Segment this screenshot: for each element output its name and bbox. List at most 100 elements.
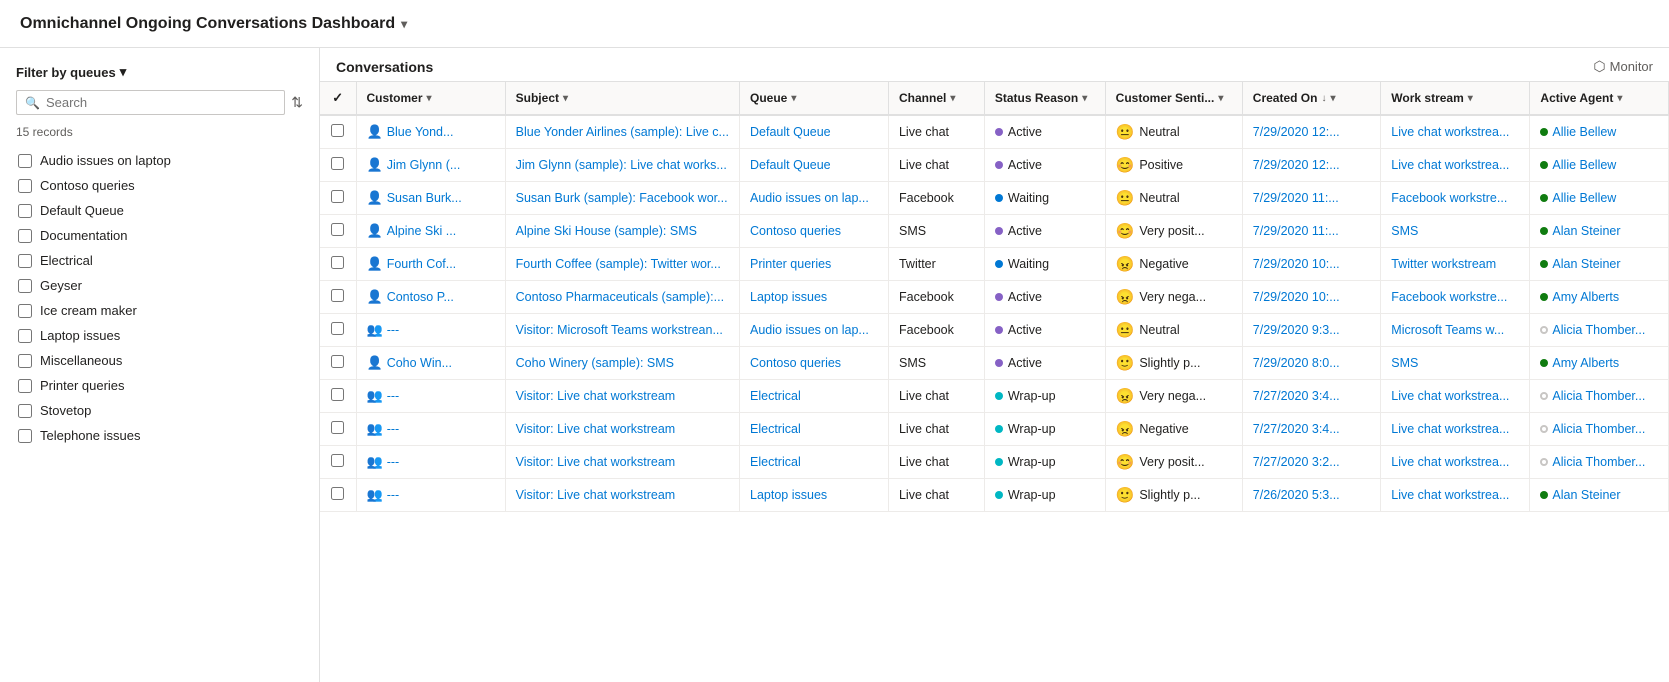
subject-link[interactable]: Contoso Pharmaceuticals (sample):...: [516, 290, 724, 304]
created-on-link[interactable]: 7/29/2020 12:...: [1253, 125, 1340, 139]
created-on-link[interactable]: 7/27/2020 3:4...: [1253, 389, 1340, 403]
queue-item[interactable]: Default Queue: [16, 199, 303, 222]
queue-item[interactable]: Documentation: [16, 224, 303, 247]
subject-link[interactable]: Visitor: Live chat workstream: [516, 455, 676, 469]
subject-link[interactable]: Visitor: Live chat workstream: [516, 488, 676, 502]
row-checkbox[interactable]: [331, 124, 344, 137]
col-queue[interactable]: Queue ▾: [740, 82, 889, 115]
subject-link[interactable]: Visitor: Live chat workstream: [516, 389, 676, 403]
subject-link[interactable]: Visitor: Live chat workstream: [516, 422, 676, 436]
queue-link[interactable]: Contoso queries: [750, 224, 841, 238]
queue-link[interactable]: Electrical: [750, 455, 801, 469]
queue-item[interactable]: Stovetop: [16, 399, 303, 422]
agent-link[interactable]: Alan Steiner: [1552, 224, 1620, 238]
created-on-link[interactable]: 7/29/2020 12:...: [1253, 158, 1340, 172]
customer-name[interactable]: Contoso P...: [387, 290, 454, 304]
workstream-link[interactable]: Live chat workstrea...: [1391, 488, 1509, 502]
customer-name[interactable]: ---: [387, 389, 400, 403]
queue-checkbox[interactable]: [18, 404, 32, 418]
app-title[interactable]: Omnichannel Ongoing Conversations Dashbo…: [20, 15, 407, 33]
queue-item[interactable]: Contoso queries: [16, 174, 303, 197]
row-checkbox-cell[interactable]: [320, 314, 356, 347]
customer-link[interactable]: 👤 Fourth Cof...: [367, 256, 495, 272]
customer-link[interactable]: 👤 Alpine Ski ...: [367, 223, 495, 239]
customer-link[interactable]: 👤 Jim Glynn (...: [367, 157, 495, 173]
table-row[interactable]: 👤 Fourth Cof... Fourth Coffee (sample): …: [320, 248, 1669, 281]
row-checkbox[interactable]: [331, 421, 344, 434]
col-subject[interactable]: Subject ▾: [505, 82, 739, 115]
queue-link[interactable]: Laptop issues: [750, 290, 827, 304]
queue-link[interactable]: Audio issues on lap...: [750, 323, 869, 337]
row-checkbox-cell[interactable]: [320, 347, 356, 380]
customer-name[interactable]: Jim Glynn (...: [387, 158, 461, 172]
queue-checkbox[interactable]: [18, 379, 32, 393]
col-created-on[interactable]: Created On ↓ ▾: [1242, 82, 1381, 115]
queue-link[interactable]: Default Queue: [750, 158, 831, 172]
table-row[interactable]: 👤 Blue Yond... Blue Yonder Airlines (sam…: [320, 115, 1669, 149]
row-checkbox-cell[interactable]: [320, 413, 356, 446]
col-active-agent[interactable]: Active Agent ▾: [1530, 82, 1669, 115]
workstream-link[interactable]: Live chat workstrea...: [1391, 158, 1509, 172]
workstream-link[interactable]: Live chat workstrea...: [1391, 125, 1509, 139]
table-row[interactable]: 👥 --- Visitor: Live chat workstream Elec…: [320, 446, 1669, 479]
queue-link[interactable]: Audio issues on lap...: [750, 191, 869, 205]
queue-checkbox[interactable]: [18, 279, 32, 293]
subject-link[interactable]: Alpine Ski House (sample): SMS: [516, 224, 697, 238]
col-channel[interactable]: Channel ▾: [888, 82, 984, 115]
customer-link[interactable]: 👤 Susan Burk...: [367, 190, 495, 206]
queue-link[interactable]: Electrical: [750, 422, 801, 436]
row-checkbox-cell[interactable]: [320, 182, 356, 215]
workstream-link[interactable]: Microsoft Teams w...: [1391, 323, 1504, 337]
created-on-link[interactable]: 7/26/2020 5:3...: [1253, 488, 1340, 502]
queue-item[interactable]: Printer queries: [16, 374, 303, 397]
agent-link[interactable]: Alan Steiner: [1552, 488, 1620, 502]
table-row[interactable]: 👥 --- Visitor: Microsoft Teams workstrea…: [320, 314, 1669, 347]
table-row[interactable]: 👤 Contoso P... Contoso Pharmaceuticals (…: [320, 281, 1669, 314]
table-row[interactable]: 👤 Susan Burk... Susan Burk (sample): Fac…: [320, 182, 1669, 215]
agent-link[interactable]: Alan Steiner: [1552, 257, 1620, 271]
customer-link[interactable]: 👥 ---: [367, 454, 495, 470]
table-row[interactable]: 👥 --- Visitor: Live chat workstream Elec…: [320, 413, 1669, 446]
queue-link[interactable]: Electrical: [750, 389, 801, 403]
agent-link[interactable]: Alicia Thomber...: [1552, 389, 1645, 403]
col-customer[interactable]: Customer ▾: [356, 82, 505, 115]
row-checkbox-cell[interactable]: [320, 149, 356, 182]
row-checkbox[interactable]: [331, 454, 344, 467]
col-checkbox[interactable]: ✓: [320, 82, 356, 115]
customer-link[interactable]: 👥 ---: [367, 421, 495, 437]
table-row[interactable]: 👥 --- Visitor: Live chat workstream Lapt…: [320, 479, 1669, 512]
table-row[interactable]: 👤 Alpine Ski ... Alpine Ski House (sampl…: [320, 215, 1669, 248]
col-work-stream[interactable]: Work stream ▾: [1381, 82, 1530, 115]
customer-link[interactable]: 👥 ---: [367, 322, 495, 338]
monitor-button[interactable]: ⬡ Monitor: [1593, 58, 1653, 75]
customer-name[interactable]: Susan Burk...: [387, 191, 462, 205]
queue-checkbox[interactable]: [18, 354, 32, 368]
queue-checkbox[interactable]: [18, 329, 32, 343]
queue-link[interactable]: Printer queries: [750, 257, 831, 271]
subject-link[interactable]: Blue Yonder Airlines (sample): Live c...: [516, 125, 729, 139]
workstream-link[interactable]: Live chat workstrea...: [1391, 422, 1509, 436]
customer-name[interactable]: Blue Yond...: [387, 125, 454, 139]
row-checkbox-cell[interactable]: [320, 281, 356, 314]
queue-checkbox[interactable]: [18, 304, 32, 318]
table-row[interactable]: 👤 Coho Win... Coho Winery (sample): SMS …: [320, 347, 1669, 380]
created-on-link[interactable]: 7/29/2020 10:...: [1253, 290, 1340, 304]
agent-link[interactable]: Amy Alberts: [1552, 290, 1619, 304]
col-customer-sentiment[interactable]: Customer Senti... ▾: [1105, 82, 1242, 115]
subject-link[interactable]: Fourth Coffee (sample): Twitter wor...: [516, 257, 721, 271]
row-checkbox-cell[interactable]: [320, 115, 356, 149]
queue-checkbox[interactable]: [18, 254, 32, 268]
customer-link[interactable]: 👤 Contoso P...: [367, 289, 495, 305]
agent-link[interactable]: Alicia Thomber...: [1552, 323, 1645, 337]
queue-checkbox[interactable]: [18, 179, 32, 193]
customer-link[interactable]: 👤 Coho Win...: [367, 355, 495, 371]
row-checkbox[interactable]: [331, 223, 344, 236]
row-checkbox-cell[interactable]: [320, 248, 356, 281]
workstream-link[interactable]: Live chat workstrea...: [1391, 455, 1509, 469]
queue-item[interactable]: Miscellaneous: [16, 349, 303, 372]
agent-link[interactable]: Allie Bellew: [1552, 125, 1616, 139]
agent-link[interactable]: Alicia Thomber...: [1552, 422, 1645, 436]
col-status-reason[interactable]: Status Reason ▾: [984, 82, 1105, 115]
workstream-link[interactable]: Facebook workstre...: [1391, 290, 1507, 304]
customer-name[interactable]: Fourth Cof...: [387, 257, 456, 271]
